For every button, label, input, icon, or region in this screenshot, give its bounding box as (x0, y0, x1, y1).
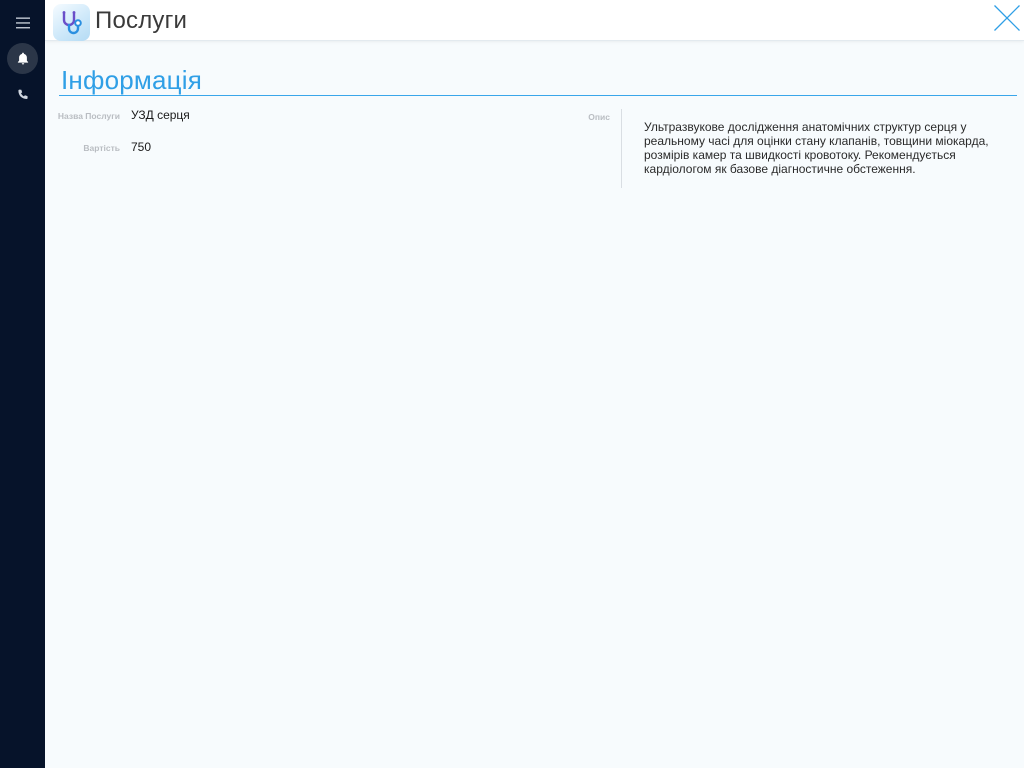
page-title: Послуги (95, 7, 188, 34)
menu-button[interactable] (7, 7, 38, 38)
close-icon (994, 5, 1020, 31)
description-label: Опис (588, 112, 610, 122)
notifications-button[interactable] (7, 43, 38, 74)
phone-icon (17, 89, 28, 99)
service-name-value: УЗД серця (131, 108, 190, 122)
phone-button[interactable] (7, 79, 38, 110)
app-header: Послуги (45, 0, 1024, 41)
section-title: Інформація (61, 65, 202, 95)
hamburger-menu-icon (15, 17, 30, 28)
stethoscope-icon (62, 10, 82, 34)
column-divider (621, 109, 622, 188)
price-label: Вартість (83, 143, 120, 153)
description-text: Ультразвукове дослідження анатомічних ст… (644, 120, 989, 176)
bell-icon (17, 52, 28, 65)
price-value: 750 (131, 140, 152, 154)
close-button[interactable] (993, 4, 1021, 32)
left-rail (0, 0, 45, 768)
app-logo (53, 4, 90, 41)
section-divider (59, 95, 1017, 96)
service-name-label: Назва Послуги (57, 111, 120, 121)
